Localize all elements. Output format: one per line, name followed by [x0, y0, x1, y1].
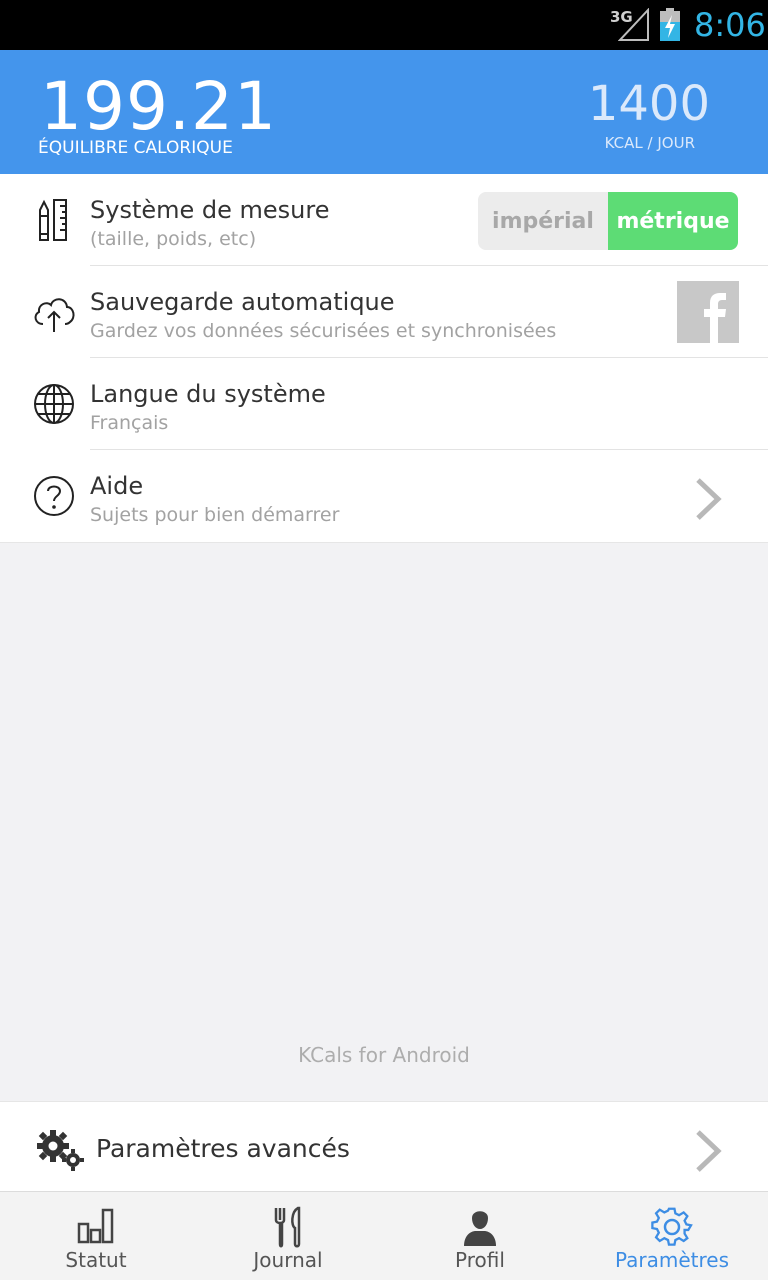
bottom-navigation: Statut Journal Profil Paramètres — [0, 1191, 768, 1280]
nav-tab-profil[interactable]: Profil — [384, 1192, 576, 1280]
battery-icon — [660, 8, 680, 41]
person-icon — [464, 1211, 496, 1246]
imperial-option[interactable]: impérial — [478, 192, 608, 250]
setting-subtitle: (taille, poids, etc) — [90, 228, 257, 250]
nav-tab-statut[interactable]: Statut — [0, 1192, 192, 1280]
setting-subtitle: Gardez vos données sécurisées et synchro… — [90, 320, 557, 342]
bar-chart-icon — [77, 1208, 114, 1244]
globe-icon — [34, 384, 74, 424]
calorie-balance-label: ÉQUILIBRE CALORIQUE — [38, 138, 233, 158]
setting-measurement-system[interactable]: Système de mesure (taille, poids, etc) i… — [0, 174, 768, 266]
app-footer-note: KCals for Android — [298, 1043, 470, 1067]
fork-knife-icon — [274, 1206, 301, 1248]
chevron-right-icon — [696, 1130, 722, 1172]
facebook-button[interactable] — [677, 281, 739, 343]
status-bar: 3G 8:06 — [0, 0, 768, 50]
daily-goal-value: 1400 — [587, 76, 710, 132]
setting-help[interactable]: Aide Sujets pour bien démarrer — [0, 450, 768, 542]
calorie-header: 199.21 ÉQUILIBRE CALORIQUE 1400 KCAL / J… — [0, 50, 768, 174]
setting-language[interactable]: Langue du système Français — [0, 358, 768, 450]
setting-subtitle: Français — [90, 412, 169, 434]
gears-icon — [37, 1130, 84, 1171]
metric-option[interactable]: métrique — [608, 192, 738, 250]
daily-goal-label: KCAL / JOUR — [604, 134, 695, 152]
settings-list: Système de mesure (taille, poids, etc) i… — [0, 174, 768, 543]
cloud-upload-icon — [34, 298, 75, 332]
chevron-right-icon — [696, 478, 722, 520]
help-icon — [34, 476, 74, 516]
ruler-pencil-icon — [39, 199, 67, 241]
nav-label: Statut — [65, 1248, 127, 1272]
gear-icon — [651, 1207, 693, 1246]
nav-label: Paramètres — [614, 1248, 730, 1272]
setting-title: Aide — [90, 472, 144, 500]
calorie-balance-value: 199.21 — [40, 68, 277, 145]
setting-auto-backup[interactable]: Sauvegarde automatique Gardez vos donnée… — [0, 266, 768, 358]
nav-label: Profil — [455, 1248, 505, 1272]
facebook-icon — [704, 293, 726, 343]
advanced-settings-label: Paramètres avancés — [96, 1134, 350, 1163]
setting-subtitle: Sujets pour bien démarrer — [90, 504, 340, 526]
nav-tab-journal[interactable]: Journal — [192, 1192, 384, 1280]
setting-title: Système de mesure — [90, 196, 330, 224]
signal-icon — [618, 8, 649, 41]
clock: 8:06 — [694, 6, 766, 44]
setting-title: Langue du système — [90, 380, 326, 408]
nav-tab-parametres[interactable]: Paramètres — [576, 1192, 768, 1280]
setting-title: Sauvegarde automatique — [90, 288, 395, 316]
nav-label: Journal — [253, 1248, 323, 1272]
advanced-settings-row[interactable]: Paramètres avancés — [0, 1101, 768, 1191]
unit-toggle: impérial métrique — [478, 192, 738, 250]
